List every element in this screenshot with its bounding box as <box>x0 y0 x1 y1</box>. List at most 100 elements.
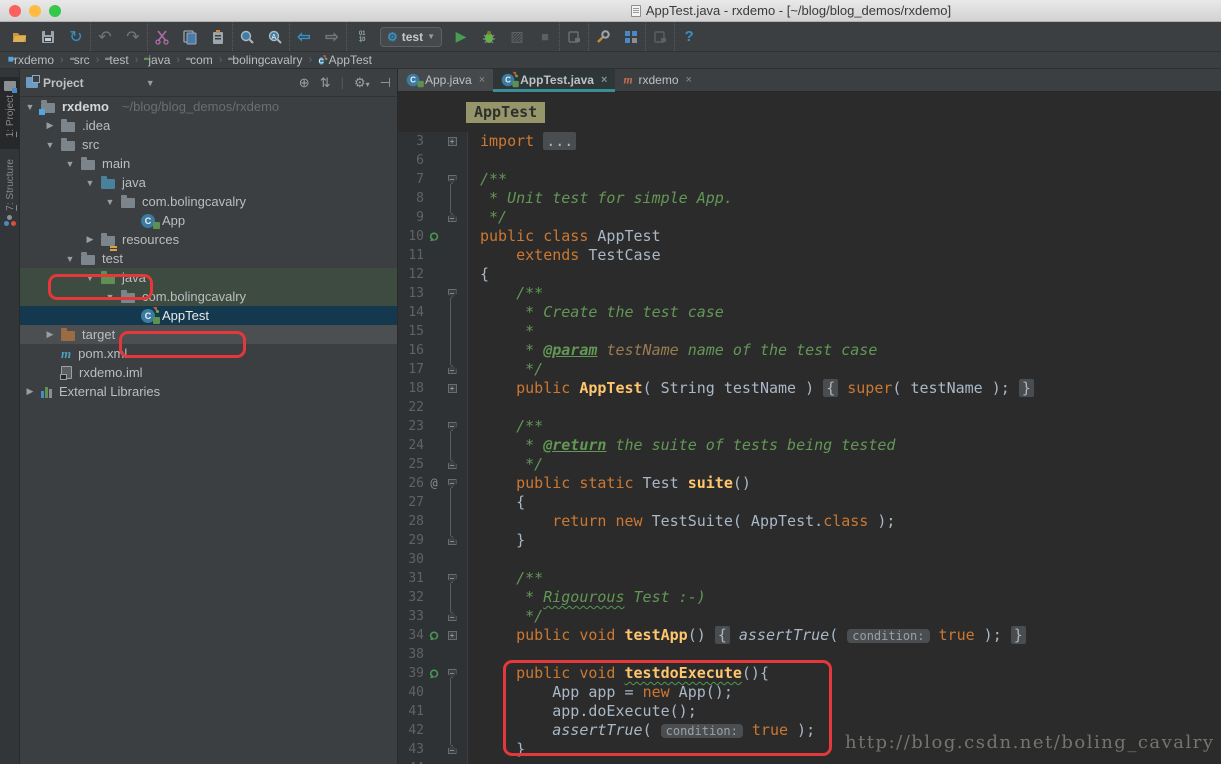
tab-apptest-java[interactable]: C AppTest.java × <box>493 69 616 92</box>
redo-icon[interactable]: ↷ <box>120 25 146 49</box>
copy-icon[interactable] <box>177 25 203 49</box>
breadcrumb-item-AppTest[interactable]: C AppTest <box>316 53 374 68</box>
tree-label: resources <box>122 232 180 247</box>
tree-row-com-bolingcavalry[interactable]: ▼ com.bolingcavalry <box>20 192 397 211</box>
run-config-combo[interactable]: ⚙ test ▼ <box>380 26 443 47</box>
save-icon[interactable] <box>35 25 61 49</box>
fold-plus-icon[interactable] <box>447 384 457 393</box>
debug-icon[interactable] <box>476 25 502 49</box>
chevron-right-icon[interactable]: ▶ <box>24 386 36 397</box>
help-icon[interactable]: ? <box>676 25 702 49</box>
sync-icon[interactable]: ↻ <box>63 25 89 49</box>
fold-start-icon[interactable] <box>447 479 457 488</box>
fold-start-icon[interactable] <box>447 289 457 298</box>
fold-plus-icon[interactable] <box>447 631 457 640</box>
chevron-down-icon[interactable]: ▼ <box>64 254 76 264</box>
close-icon[interactable]: × <box>601 74 607 86</box>
tree-row-external-libraries[interactable]: ▶ External Libraries <box>20 382 397 401</box>
code-text: * Create the test case <box>480 303 724 321</box>
breadcrumb-item-src[interactable]: src <box>68 53 92 67</box>
tool-stripe-1-project[interactable]: 1: Project <box>0 77 20 149</box>
tree-row-com-bolingcavalry[interactable]: ▼ com.bolingcavalry <box>20 287 397 306</box>
cut-icon[interactable] <box>149 25 175 49</box>
settings-icon[interactable] <box>590 25 616 49</box>
collapse-all-icon[interactable]: ⇅ <box>320 75 331 91</box>
breadcrumb-item-bolingcavalry[interactable]: bolingcavalry <box>226 53 304 67</box>
run-test-icon[interactable] <box>429 668 440 679</box>
tree-row-java[interactable]: ▼ java <box>20 173 397 192</box>
coverage-icon[interactable]: ▨ <box>504 25 530 49</box>
project-view-dropdown[interactable]: ▼ <box>146 78 155 88</box>
editor-area[interactable]: AppTest 3import ...67/**8 * Unit test fo… <box>398 92 1221 764</box>
chevron-down-icon[interactable]: ▼ <box>104 292 116 302</box>
fold-end-icon[interactable] <box>447 612 457 621</box>
tree-row-app[interactable]: C App <box>20 211 397 230</box>
tab-app-java[interactable]: C App.java × <box>398 69 494 91</box>
paste-icon[interactable] <box>205 25 231 49</box>
breadcrumb-item-rxdemo[interactable]: rxdemo <box>8 53 56 67</box>
fold-end-icon[interactable] <box>447 213 457 222</box>
chevron-down-icon[interactable]: ▼ <box>104 197 116 207</box>
run-test-icon[interactable] <box>429 630 440 641</box>
breadcrumb-item-test[interactable]: test <box>103 53 130 67</box>
chevron-down-icon[interactable]: ▼ <box>84 178 96 188</box>
fold-end-icon[interactable] <box>447 365 457 374</box>
chevron-down-icon[interactable]: ▼ <box>24 102 36 112</box>
hector-icon[interactable]: ↓ 01 10 <box>348 25 374 49</box>
tree-row-pom-xml[interactable]: m pom.xml <box>20 344 397 363</box>
locate-file-icon[interactable]: ⊕ <box>299 75 310 91</box>
gutter: 3 <box>398 132 468 151</box>
run-test-icon[interactable] <box>429 231 440 242</box>
fold-start-icon[interactable] <box>447 422 457 431</box>
chevron-down-icon[interactable]: ▼ <box>44 140 56 150</box>
tab-label: rxdemo <box>638 73 679 87</box>
chevron-down-icon[interactable]: ▼ <box>64 159 76 169</box>
pin-window-icon[interactable] <box>561 25 587 49</box>
fold-end-icon[interactable] <box>447 460 457 469</box>
fold-plus-icon[interactable] <box>447 137 457 146</box>
chevron-right-icon[interactable]: ▶ <box>44 329 56 340</box>
tree-row--idea[interactable]: ▶ .idea <box>20 116 397 135</box>
tree-row-main[interactable]: ▼ main <box>20 154 397 173</box>
chevron-down-icon[interactable]: ▼ <box>84 273 96 283</box>
tree-row-src[interactable]: ▼ src <box>20 135 397 154</box>
find-icon[interactable] <box>234 25 260 49</box>
close-window-button[interactable] <box>9 4 21 17</box>
project-view-icon <box>26 75 40 88</box>
fold-start-icon[interactable] <box>447 175 457 184</box>
tree-row-resources[interactable]: ▶ resources <box>20 230 397 249</box>
sync-ide-icon[interactable] <box>647 25 673 49</box>
line-number: 18 <box>408 381 424 396</box>
back-icon[interactable]: ⇦ <box>291 25 317 49</box>
chevron-right-icon[interactable]: ▶ <box>84 234 96 245</box>
breadcrumb-separator: › <box>176 54 181 66</box>
tree-row-rxdemo[interactable]: ▼ rxdemo ~/blog/blog_demos/rxdemo <box>20 97 397 116</box>
tree-row-apptest[interactable]: C AppTest <box>20 306 397 325</box>
close-icon[interactable]: × <box>479 74 485 86</box>
replace-icon[interactable]: A <box>262 25 288 49</box>
tree-row-test[interactable]: ▼ test <box>20 249 397 268</box>
stop-icon[interactable]: ■ <box>532 25 558 49</box>
fold-start-icon[interactable] <box>447 574 457 583</box>
forward-icon[interactable]: ⇨ <box>319 25 345 49</box>
fold-start-icon[interactable] <box>447 669 457 678</box>
tree-row-target[interactable]: ▶ target <box>20 325 397 344</box>
breadcrumb-item-java[interactable]: java <box>142 53 172 67</box>
open-icon[interactable] <box>7 25 33 49</box>
run-icon[interactable]: ▶ <box>448 25 474 49</box>
tree-row-java[interactable]: ▼ java <box>20 268 397 287</box>
hide-panel-icon[interactable]: ⊣ <box>380 75 391 91</box>
project-structure-icon[interactable] <box>618 25 644 49</box>
fold-end-icon[interactable] <box>447 745 457 754</box>
minimize-window-button[interactable] <box>29 4 41 17</box>
close-icon[interactable]: × <box>686 74 692 86</box>
breadcrumb-item-com[interactable]: com <box>184 53 215 67</box>
tree-row-rxdemo-iml[interactable]: rxdemo.iml <box>20 363 397 382</box>
gear-icon[interactable]: ⚙▾ <box>354 75 370 91</box>
chevron-right-icon[interactable]: ▶ <box>44 120 56 131</box>
undo-icon[interactable]: ↶ <box>92 25 118 49</box>
tool-stripe-7-structure[interactable]: 7: Structure <box>0 155 20 251</box>
fold-end-icon[interactable] <box>447 536 457 545</box>
zoom-window-button[interactable] <box>49 4 61 17</box>
tab-rxdemo[interactable]: m rxdemo × <box>615 69 700 91</box>
